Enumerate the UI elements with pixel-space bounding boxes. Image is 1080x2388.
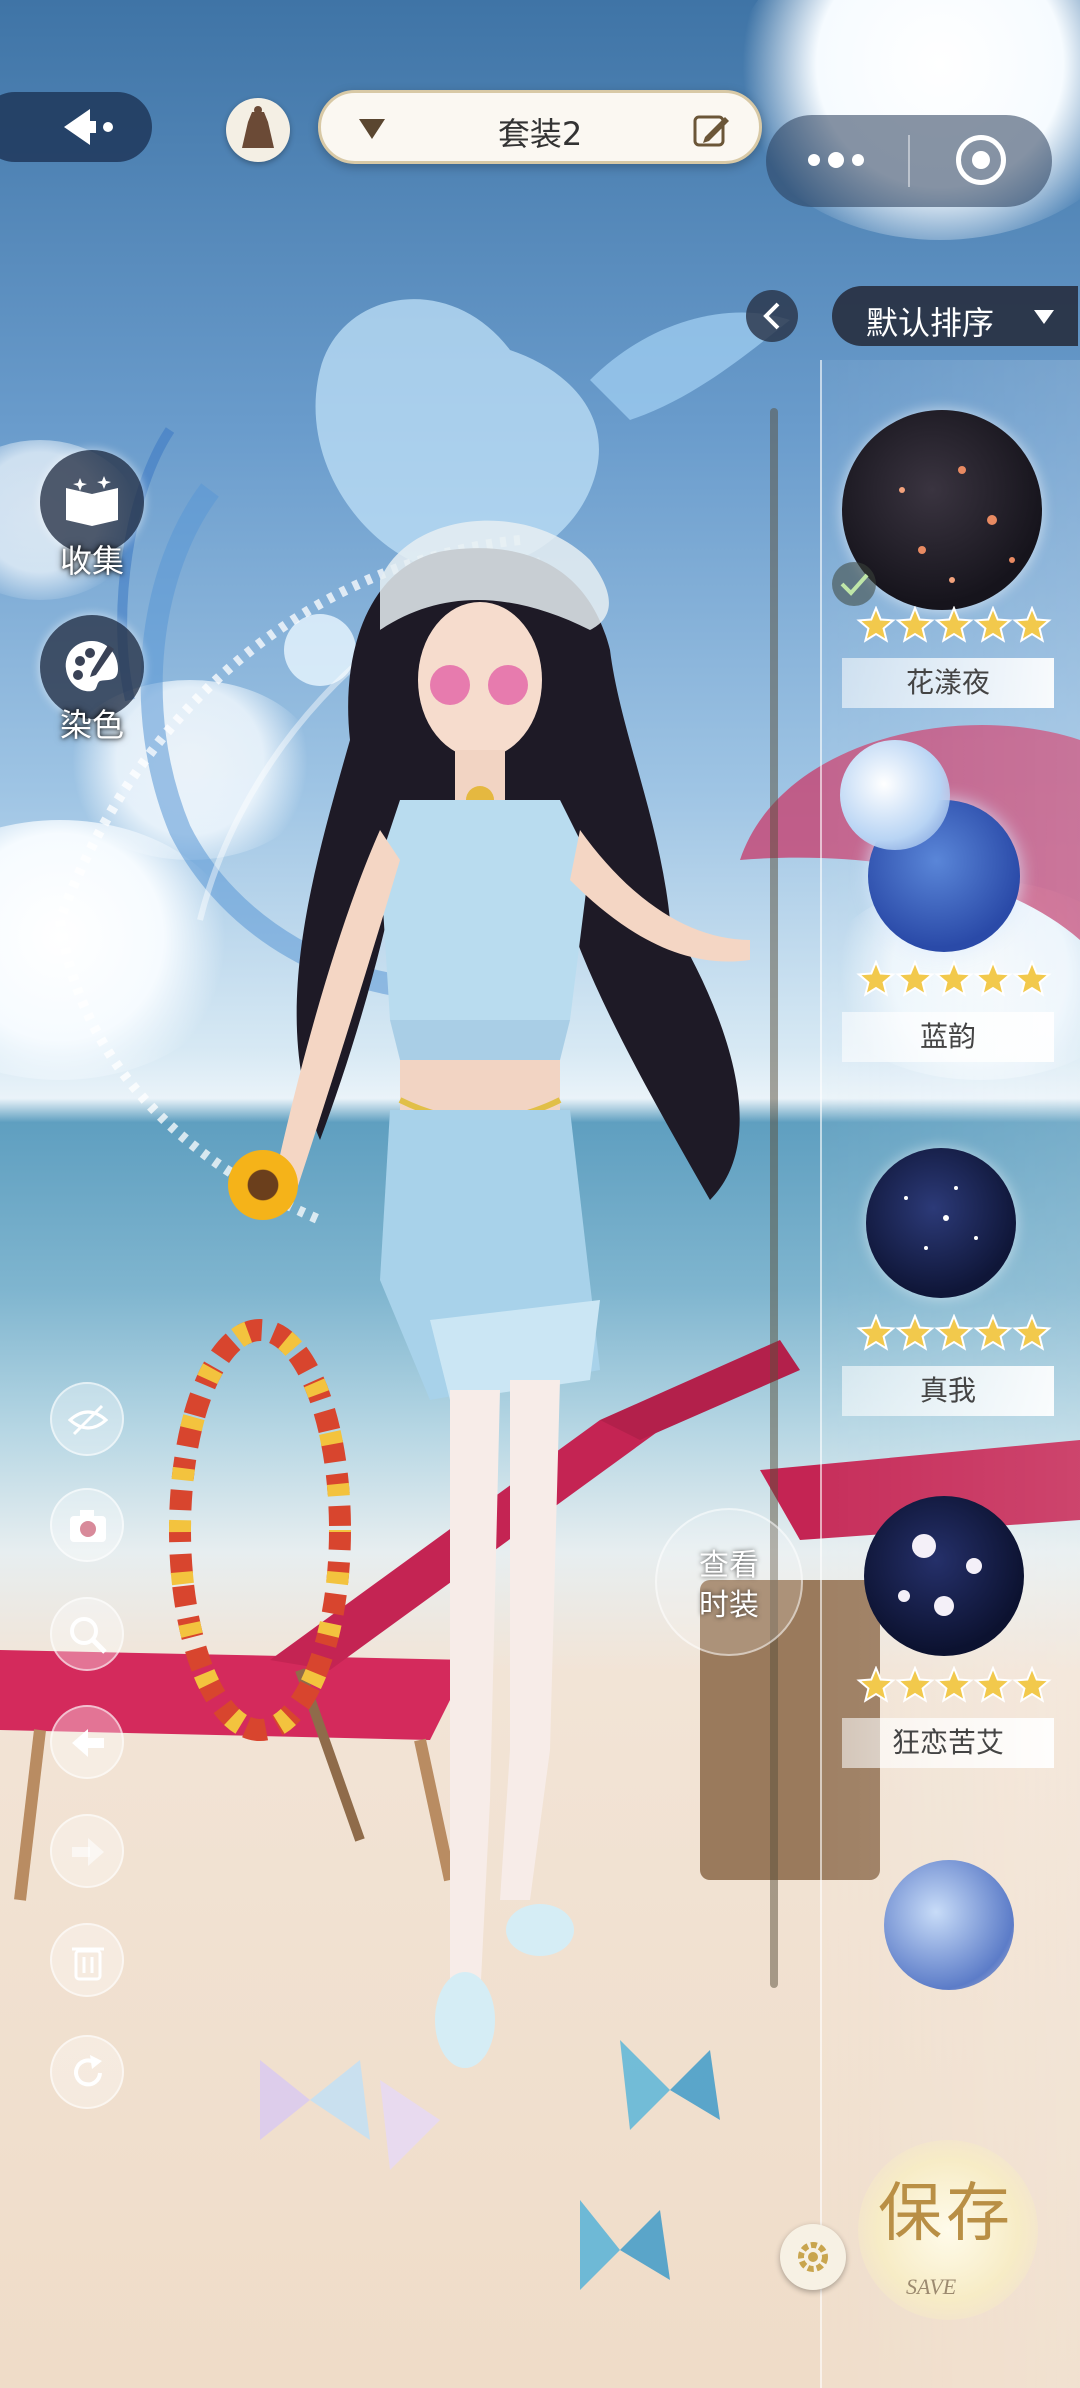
undo-button[interactable] xyxy=(50,1705,124,1779)
star-icon xyxy=(856,1314,896,1351)
magnifier-icon xyxy=(70,1617,107,1654)
item-name: 花漾夜 xyxy=(842,658,1054,708)
open-book-icon xyxy=(66,476,118,526)
trash-icon xyxy=(72,1947,104,1981)
chevron-left-icon xyxy=(763,302,780,330)
save-button[interactable]: 保存 SAVE xyxy=(858,2140,1038,2320)
star-icon xyxy=(895,960,935,997)
mini-program-capsule xyxy=(766,115,1052,207)
star-icon xyxy=(856,606,896,643)
bubbles-icon xyxy=(898,1534,982,1616)
collapse-panel-button[interactable] xyxy=(746,290,798,342)
undo-arrow-icon xyxy=(72,1729,104,1757)
item-name: 狂恋苦艾 xyxy=(842,1718,1054,1768)
star-icon xyxy=(895,606,935,643)
star-rating xyxy=(856,1314,1052,1351)
selected-check-icon xyxy=(832,562,876,606)
hide-ui-button[interactable] xyxy=(50,1382,124,1456)
star-icon xyxy=(973,1314,1013,1351)
list-scrollbar[interactable] xyxy=(770,408,778,1988)
refresh-icon xyxy=(74,2055,102,2087)
dress-icon xyxy=(242,106,274,148)
star-rating xyxy=(856,960,1052,997)
star-icon xyxy=(973,606,1013,643)
back-arrow-icon xyxy=(64,109,113,145)
redo-button[interactable] xyxy=(50,1814,124,1888)
star-icon xyxy=(934,960,974,997)
save-label: 保存 xyxy=(878,2177,1014,2251)
star-icon xyxy=(1012,606,1052,643)
star-icon xyxy=(973,960,1013,997)
back-button[interactable] xyxy=(0,92,152,162)
save-sub-label: SAVE xyxy=(906,2274,957,2299)
screenshot-button[interactable] xyxy=(50,1488,124,1562)
zoom-button[interactable] xyxy=(50,1597,124,1671)
star-icon xyxy=(973,1666,1013,1703)
gear-icon xyxy=(798,2242,828,2272)
dye-label: 染色 xyxy=(59,706,124,744)
star-icon xyxy=(1012,960,1052,997)
star-icon xyxy=(895,1314,935,1351)
butterflies xyxy=(260,2040,720,2290)
edit-pencil-icon[interactable] xyxy=(691,111,731,151)
palette-brush-icon xyxy=(65,641,118,692)
item-orb-zhenwo[interactable] xyxy=(866,1148,1016,1298)
capsule-divider xyxy=(908,135,910,187)
outfit-dress-button[interactable] xyxy=(226,98,290,162)
camera-icon xyxy=(70,1510,106,1542)
item-name: 真我 xyxy=(842,1366,1054,1416)
star-rating xyxy=(856,606,1052,643)
star-icon xyxy=(934,606,974,643)
view-outfit-button[interactable]: 查看 时装 xyxy=(655,1508,803,1656)
close-target-icon[interactable] xyxy=(956,135,1006,185)
outfit-selector[interactable]: 套装2 xyxy=(318,90,762,164)
redo-arrow-icon xyxy=(72,1838,104,1866)
eye-hidden-icon xyxy=(68,1404,108,1436)
item-orb-partial[interactable] xyxy=(884,1860,1014,1990)
star-icon xyxy=(934,1666,974,1703)
star-icon xyxy=(856,960,896,997)
star-rating xyxy=(856,1666,1052,1703)
item-name: 蓝韵 xyxy=(842,1012,1054,1062)
reset-button[interactable] xyxy=(50,2035,124,2109)
settings-button[interactable] xyxy=(780,2224,846,2290)
star-icon xyxy=(1012,1666,1052,1703)
sunflower-accessory xyxy=(228,1150,298,1220)
view-outfit-line2: 时装 xyxy=(699,1588,759,1623)
star-icon xyxy=(895,1666,935,1703)
flower-garland xyxy=(169,1319,351,1741)
item-orb-kuanglian-kuai[interactable] xyxy=(864,1496,1024,1656)
crystal-orb-decoration xyxy=(840,740,950,850)
collect-label: 收集 xyxy=(59,542,124,580)
view-outfit-label: 查看 时装 xyxy=(657,1546,801,1626)
delete-button[interactable] xyxy=(50,1923,124,1997)
star-icon xyxy=(934,1314,974,1351)
sort-label: 默认排序 xyxy=(866,304,995,342)
starry-sky-icon xyxy=(904,1186,978,1250)
view-outfit-line1: 查看 xyxy=(699,1548,759,1583)
star-icon xyxy=(1012,1314,1052,1351)
more-dots-icon[interactable] xyxy=(804,145,868,175)
sort-dropdown[interactable]: 默认排序 xyxy=(832,286,1078,346)
star-icon xyxy=(856,1666,896,1703)
dropdown-triangle-icon xyxy=(1034,310,1054,324)
